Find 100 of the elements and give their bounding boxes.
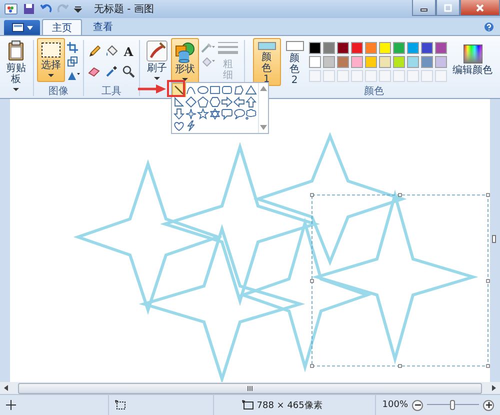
minimize-button[interactable]	[412, 0, 436, 16]
color-select-button[interactable]: 颜色 2	[284, 38, 306, 86]
palette-color[interactable]	[420, 56, 432, 68]
save-icon[interactable]	[23, 3, 35, 16]
palette-color[interactable]	[336, 42, 348, 54]
close-button[interactable]	[460, 0, 500, 16]
six-point-star-icon	[209, 108, 221, 120]
palette-color[interactable]	[378, 56, 390, 68]
file-menu-button[interactable]	[4, 20, 40, 36]
down-arrow-icon	[173, 108, 185, 120]
shape-option[interactable]	[185, 120, 197, 132]
shape-option[interactable]	[233, 108, 245, 120]
scrollbar-thumb[interactable]	[18, 382, 482, 394]
ribbon-tab[interactable]: 主页	[42, 19, 82, 36]
palette-color[interactable]	[350, 56, 362, 68]
shape-option[interactable]	[209, 96, 221, 108]
plus-icon	[484, 401, 492, 409]
magnifier-tool[interactable]	[121, 64, 136, 80]
heart-icon	[173, 120, 185, 132]
palette-color[interactable]	[406, 56, 418, 68]
brushes-button[interactable]: 刷子	[143, 38, 171, 84]
palette-color[interactable]	[392, 42, 404, 54]
color-select-button[interactable]: 颜色 1	[252, 38, 280, 86]
window-title: 无标题 - 画图	[94, 2, 154, 16]
document-icon	[12, 23, 24, 32]
palette-color[interactable]	[308, 42, 320, 54]
palette-color[interactable]	[322, 42, 334, 54]
shapes-icon	[174, 41, 196, 64]
palette-color[interactable]	[406, 42, 418, 54]
palette-color[interactable]	[336, 56, 348, 68]
line-icon	[173, 84, 185, 96]
oval-icon	[197, 84, 209, 96]
eraser-icon	[88, 65, 101, 78]
shape-option[interactable]	[173, 96, 185, 108]
shape-option[interactable]	[173, 108, 185, 120]
palette-color[interactable]	[434, 56, 446, 68]
customize-menu-icon[interactable]	[74, 5, 82, 14]
scroll-right-icon[interactable]	[490, 384, 498, 392]
shape-option[interactable]	[245, 84, 257, 96]
resize-icon[interactable]	[67, 56, 78, 68]
shape-option[interactable]	[209, 108, 221, 120]
paste-button[interactable]: 剪贴板	[2, 38, 30, 94]
slider-thumb[interactable]	[450, 400, 455, 410]
rotate-icon[interactable]	[67, 70, 80, 82]
pencil-icon	[88, 45, 101, 58]
shape-option[interactable]	[185, 108, 197, 120]
ribbon-tab[interactable]: 查看	[84, 19, 122, 36]
scroll-down-icon[interactable]	[260, 125, 267, 130]
scroll-left-icon[interactable]	[2, 384, 10, 392]
shape-option[interactable]	[233, 84, 245, 96]
image-size-icon	[242, 400, 254, 410]
shape-option[interactable]	[233, 96, 245, 108]
palette-color[interactable]	[364, 42, 376, 54]
annotation-frame	[167, 80, 185, 97]
caret-icon	[48, 74, 54, 78]
shape-option[interactable]	[197, 108, 209, 120]
crop-icon[interactable]	[67, 42, 78, 54]
resize-handle-icon[interactable]	[492, 235, 496, 244]
help-icon[interactable]	[484, 22, 494, 32]
undo-icon[interactable]	[40, 3, 52, 16]
palette-color[interactable]	[350, 42, 362, 54]
shape-option[interactable]	[197, 84, 209, 96]
shape-option[interactable]	[173, 120, 185, 132]
palette-color[interactable]	[364, 56, 376, 68]
shape-option[interactable]	[221, 96, 233, 108]
palette-color[interactable]	[308, 56, 320, 68]
palette-color[interactable]	[378, 42, 390, 54]
shape-option[interactable]	[221, 84, 233, 96]
four-point-star-icon	[185, 108, 197, 120]
zoom-in-button[interactable]	[483, 400, 494, 410]
palette-color[interactable]	[392, 56, 404, 68]
paint-app-icon[interactable]	[4, 2, 18, 16]
edit-colors-button[interactable]: 编辑颜色	[450, 38, 496, 86]
pencil-tool[interactable]	[87, 44, 102, 60]
hexagon-icon	[209, 96, 221, 108]
maximize-icon	[444, 4, 452, 12]
shape-option[interactable]	[221, 108, 233, 120]
text-tool[interactable]: A	[121, 44, 136, 60]
color-spectrum-icon	[462, 44, 482, 64]
color-picker-tool[interactable]	[104, 64, 119, 80]
pentagon-icon	[197, 96, 209, 108]
palette-color[interactable]	[322, 56, 334, 68]
paint-bucket-icon	[105, 45, 118, 58]
caret-icon	[26, 26, 32, 30]
triangle-icon	[245, 84, 257, 96]
shape-option[interactable]	[245, 108, 257, 120]
zoom-out-button[interactable]	[412, 400, 423, 410]
palette-color[interactable]	[434, 42, 446, 54]
shape-option[interactable]	[209, 84, 221, 96]
shape-option[interactable]	[185, 84, 197, 96]
shape-option[interactable]	[245, 96, 257, 108]
diamond-icon	[185, 96, 197, 108]
left-arrow-icon	[233, 96, 245, 108]
select-button[interactable]: 选择	[37, 38, 65, 82]
maximize-button[interactable]	[436, 0, 460, 16]
palette-color[interactable]	[420, 42, 432, 54]
shape-option[interactable]	[185, 96, 197, 108]
caret-icon	[13, 88, 19, 92]
shape-option[interactable]	[197, 96, 209, 108]
lightning-icon	[185, 120, 197, 132]
